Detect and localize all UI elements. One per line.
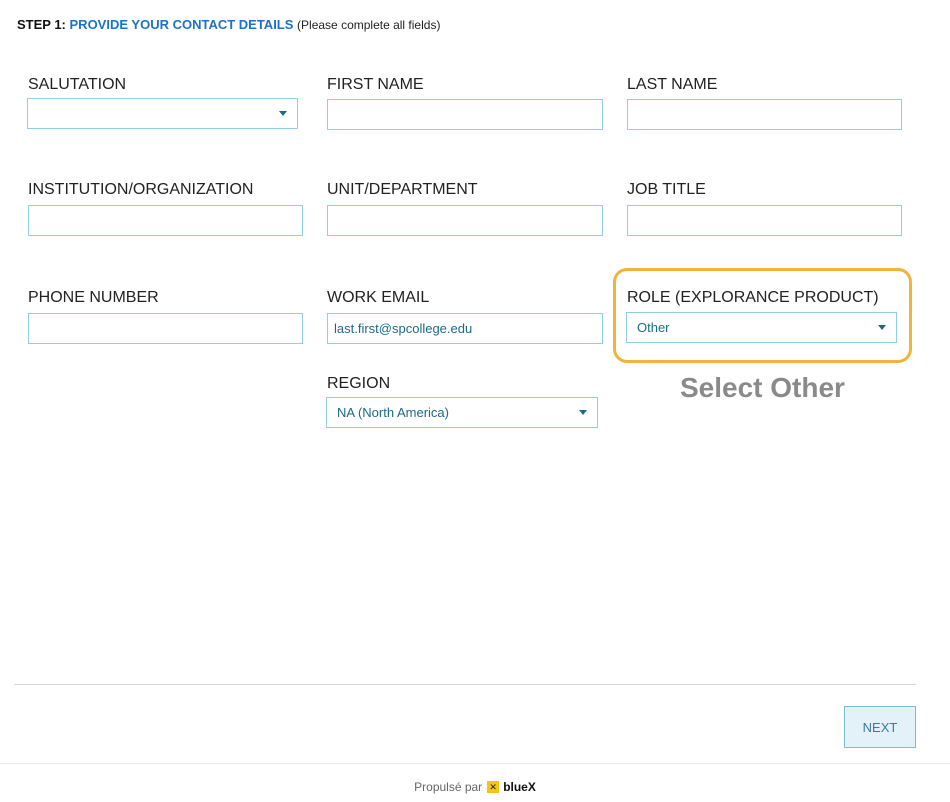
bluex-logo-icon: ✕ <box>487 781 500 793</box>
region-value: NA (North America) <box>337 405 449 420</box>
role-label: ROLE (EXPLORANCE PRODUCT) <box>627 289 879 306</box>
chevron-down-icon <box>579 410 587 415</box>
region-select[interactable]: NA (North America) <box>326 397 598 428</box>
last-name-input[interactable] <box>627 99 902 130</box>
step-title: PROVIDE YOUR CONTACT DETAILS <box>69 17 294 32</box>
work-email-input[interactable]: last.first@spcollege.edu <box>327 313 603 344</box>
step-label: STEP 1: <box>17 17 66 32</box>
job-title-label: JOB TITLE <box>627 181 706 198</box>
select-other-annotation: Select Other <box>680 372 845 403</box>
work-email-label: WORK EMAIL <box>327 289 430 306</box>
institution-label: INSTITUTION/ORGANIZATION <box>28 181 254 198</box>
step-header: STEP 1: PROVIDE YOUR CONTACT DETAILS (Pl… <box>17 17 440 32</box>
phone-number-input[interactable] <box>28 313 303 344</box>
next-button[interactable]: NEXT <box>844 706 916 748</box>
phone-number-label: PHONE NUMBER <box>28 289 159 306</box>
first-name-label: FIRST NAME <box>327 76 424 93</box>
institution-input[interactable] <box>28 205 303 236</box>
divider <box>14 684 916 685</box>
role-select[interactable]: Other <box>626 312 897 343</box>
salutation-label: SALUTATION <box>28 76 127 93</box>
chevron-down-icon <box>878 325 886 330</box>
unit-department-input[interactable] <box>327 205 603 236</box>
salutation-select[interactable] <box>27 98 298 129</box>
last-name-label: LAST NAME <box>627 76 718 93</box>
footer: Propulsé par ✕ blueX <box>0 780 950 794</box>
role-value: Other <box>637 320 670 335</box>
job-title-input[interactable] <box>627 205 902 236</box>
chevron-down-icon <box>279 111 287 116</box>
first-name-input[interactable] <box>327 99 603 130</box>
region-label: REGION <box>327 375 391 392</box>
contact-form-page: STEP 1: PROVIDE YOUR CONTACT DETAILS (Pl… <box>0 0 950 802</box>
powered-by-text: Propulsé par <box>414 780 483 794</box>
step-note: (Please complete all fields) <box>297 18 441 32</box>
footer-divider <box>0 763 950 764</box>
unit-department-label: UNIT/DEPARTMENT <box>327 181 478 198</box>
brand-name: blueX <box>503 780 536 794</box>
